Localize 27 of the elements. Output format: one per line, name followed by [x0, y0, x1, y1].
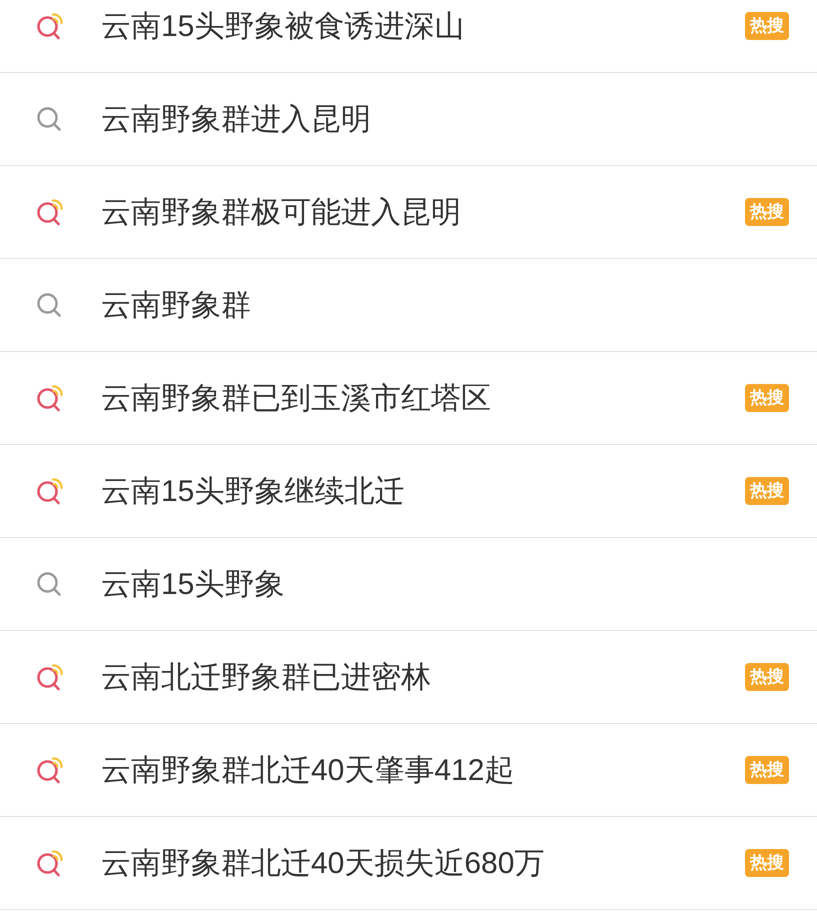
- search-suggestion-item[interactable]: 云南15头野象被食诱进深山 热搜: [0, 0, 817, 73]
- suggestion-text: 云南15头野象被食诱进深山: [101, 8, 466, 44]
- suggestion-text: 云南野象群北迁40天损失近680万: [101, 846, 546, 882]
- search-suggestion-item[interactable]: 云南15头野象继续北迁 热搜: [0, 445, 817, 538]
- suggestion-text: 云南15头野象继续北迁: [101, 474, 406, 510]
- suggestion-text: 云南北迁野象群已进密林: [101, 660, 432, 696]
- suggestion-text: 云南15头野象: [101, 566, 286, 602]
- search-suggestion-item[interactable]: 云南野象群已到玉溪市红塔区 热搜: [0, 352, 817, 445]
- search-suggestion-item[interactable]: 云南野象群进入昆明: [0, 73, 817, 166]
- hot-badge: 热搜: [745, 12, 789, 40]
- suggestion-text: 云南野象群已到玉溪市红塔区: [101, 380, 492, 416]
- search-suggestion-item[interactable]: 云南野象群极可能进入昆明 热搜: [0, 166, 817, 259]
- hot-badge: 热搜: [745, 477, 789, 505]
- hot-badge: 热搜: [745, 384, 789, 412]
- search-suggestion-item[interactable]: 云南野象群: [0, 259, 817, 352]
- search-suggestion-item[interactable]: 云南野象群北迁40天损失近680万 热搜: [0, 817, 817, 910]
- suggestion-text: 云南野象群北迁40天肇事412起: [101, 752, 516, 788]
- suggestion-text: 云南野象群极可能进入昆明: [101, 194, 462, 230]
- hot-badge: 热搜: [745, 756, 789, 784]
- suggestion-text: 云南野象群进入昆明: [101, 102, 372, 138]
- search-suggestion-item[interactable]: 云南野象群北迁40天肇事412起 热搜: [0, 724, 817, 817]
- search-suggestion-item[interactable]: 云南15头野象: [0, 538, 817, 631]
- hot-badge: 热搜: [745, 849, 789, 877]
- suggestion-text: 云南野象群: [101, 288, 252, 324]
- hot-badge: 热搜: [745, 198, 789, 226]
- search-suggestion-item[interactable]: 云南北迁野象群已进密林 热搜: [0, 631, 817, 724]
- hot-badge: 热搜: [745, 663, 789, 691]
